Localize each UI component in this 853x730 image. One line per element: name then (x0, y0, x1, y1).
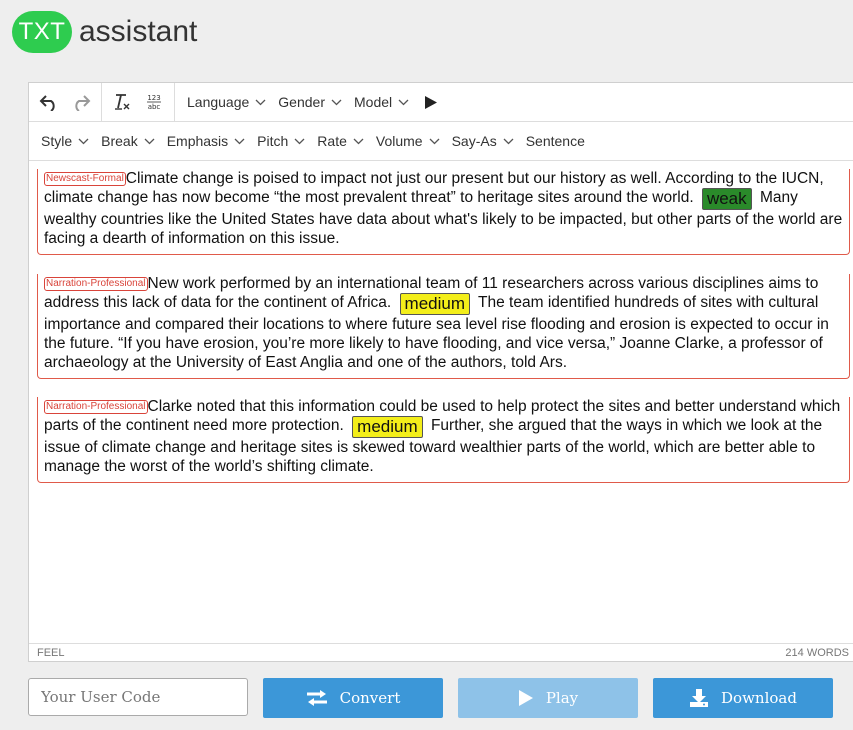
style-dropdown[interactable]: Style (35, 122, 95, 160)
model-label: Model (354, 94, 393, 110)
volume-label: Volume (375, 133, 423, 149)
model-dropdown[interactable]: Model (348, 83, 415, 121)
pitch-dropdown[interactable]: Pitch (251, 122, 311, 160)
gender-dropdown[interactable]: Gender (272, 83, 348, 121)
chevron-down-icon (234, 138, 245, 144)
undo-icon[interactable] (33, 83, 65, 122)
volume-dropdown[interactable]: Volume (370, 122, 446, 160)
ssml-editor: 123 abc Language Gender Model Style Break (28, 82, 853, 662)
paragraph-block[interactable]: Narration-Professional Clarke noted that … (37, 397, 850, 483)
break-dropdown[interactable]: Break (95, 122, 161, 160)
language-label: Language (187, 94, 250, 110)
logo-text: assistant (79, 15, 198, 48)
redo-icon[interactable] (65, 83, 97, 122)
chevron-down-icon (294, 138, 305, 144)
rate-dropdown[interactable]: Rate (311, 122, 370, 160)
chevron-down-icon (255, 99, 266, 105)
style-tag[interactable]: Narration-Professional (44, 400, 148, 414)
user-code-input[interactable] (28, 678, 248, 716)
download-button[interactable]: Download (653, 678, 833, 718)
sentence-button[interactable]: Sentence (520, 122, 591, 160)
style-tag[interactable]: Narration-Professional (44, 277, 148, 291)
download-label: Download (721, 689, 797, 707)
number-to-text-icon[interactable]: 123 abc (138, 83, 170, 122)
break-tag[interactable]: medium (352, 416, 423, 438)
chevron-down-icon (144, 138, 155, 144)
paragraph-block[interactable]: Narration-Professional New work performed… (37, 274, 850, 379)
sentence-label: Sentence (525, 133, 585, 149)
play-preview-icon[interactable] (415, 83, 447, 122)
break-label: Break (101, 133, 138, 149)
convert-arrows-icon (306, 689, 328, 707)
style-label: Style (41, 133, 73, 149)
chevron-down-icon (398, 99, 409, 105)
app-logo: TXT assistant (12, 11, 197, 53)
say-as-dropdown[interactable]: Say-As (446, 122, 520, 160)
rate-label: Rate (317, 133, 347, 149)
word-count: 214 WORDS (785, 646, 849, 659)
paragraph-block[interactable]: Newscast-Formal Climate change is poised … (37, 169, 850, 255)
break-tag[interactable]: medium (399, 293, 471, 315)
emphasis-label: Emphasis (166, 133, 229, 149)
clear-format-icon[interactable] (106, 83, 138, 122)
status-bar: FEEL 214 WORDS (29, 643, 853, 661)
chevron-down-icon (429, 138, 440, 144)
convert-label: Convert (339, 689, 401, 707)
chevron-down-icon (503, 138, 514, 144)
status-left: FEEL (37, 646, 65, 659)
play-label: Play (545, 689, 579, 707)
play-button[interactable]: Play (458, 678, 638, 718)
chevron-down-icon (331, 99, 342, 105)
logo-badge: TXT (12, 11, 72, 53)
pitch-label: Pitch (257, 133, 289, 149)
gender-label: Gender (278, 94, 325, 110)
svg-text:123: 123 (147, 94, 160, 102)
break-tag[interactable]: weak (701, 188, 752, 210)
emphasis-dropdown[interactable]: Emphasis (161, 122, 251, 160)
svg-text:abc: abc (148, 103, 161, 111)
ssml-toolbar: Style Break Emphasis Pitch Rate Volume S… (29, 122, 853, 161)
chevron-down-icon (78, 138, 89, 144)
convert-button[interactable]: Convert (263, 678, 443, 718)
main-toolbar: 123 abc Language Gender Model (29, 82, 853, 122)
chevron-down-icon (353, 138, 364, 144)
play-icon (518, 689, 534, 707)
language-dropdown[interactable]: Language (181, 83, 272, 121)
download-icon (689, 688, 709, 708)
style-tag[interactable]: Newscast-Formal (44, 172, 126, 186)
say-as-label: Say-As (451, 133, 497, 149)
